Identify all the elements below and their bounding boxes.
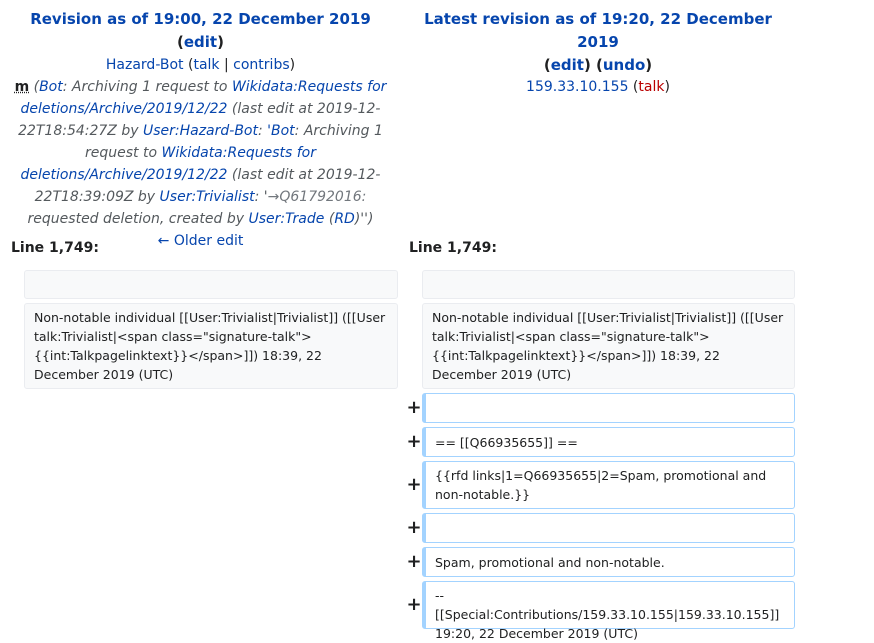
diff-added-line [422,393,795,423]
new-revision-ip-talk-link[interactable]: talk [638,79,664,95]
new-revision-ip-link[interactable]: 159.33.10.155 [526,79,628,95]
undo-link[interactable]: undo [603,56,645,74]
diff-added-line: {{rfd links|1=Q66935655|2=Spam, promotio… [422,461,795,509]
diff-line-number-right: Line 1,749: [409,240,497,256]
diff-context-empty-right [422,270,795,299]
diff-context-empty-left [24,270,398,299]
diff-context-right: Non-notable individual [[User:Trivialist… [422,303,795,389]
diff-added-line: == [[Q66935655]] == [422,427,795,457]
old-revision-user-contribs-link[interactable]: contribs [233,57,289,73]
old-revision-edit-summary: m (Bot: Archiving 1 request to Wikidata:… [14,79,387,227]
diff-added-marker: + [406,397,422,418]
diff-added-marker: + [406,551,422,572]
new-revision-header: Latest revision as of 19:20, 22 December… [424,10,772,95]
diff-line-number-left: Line 1,749: [11,240,99,256]
diff-added-line: Spam, promotional and non-notable. [422,547,795,577]
old-revision-title-link[interactable]: Revision as of 19:00, 22 December 2019 [30,10,371,28]
diff-added-marker: + [406,517,422,538]
summary-user-trivialist-link[interactable]: User:Trivialist [160,189,255,205]
summary-bot-link[interactable]: Bot [39,79,63,95]
summary-rd-link[interactable]: RD [334,211,355,227]
diff-added-marker: + [406,474,422,495]
older-edit-link[interactable]: ← Older edit [158,233,244,249]
diff-added-marker: + [406,431,422,452]
summary-bot-link-2[interactable]: 'Bot [267,123,295,139]
summary-user-trade-link[interactable]: User:Trade [248,211,324,227]
old-revision-edit-link[interactable]: edit [184,33,217,51]
old-revision-header: Revision as of 19:00, 22 December 2019 (… [10,8,391,252]
old-revision-user-talk-link[interactable]: talk [193,57,219,73]
new-revision-title-link[interactable]: Latest revision as of 19:20, 22 December… [424,10,772,51]
diff-added-line: --[[Special:Contributions/159.33.10.155|… [422,581,795,641]
new-revision-edit-link[interactable]: edit [551,56,584,74]
minor-edit-flag: m [14,79,30,95]
diff-added-marker: + [406,594,422,615]
old-revision-user-link[interactable]: Hazard-Bot [106,57,184,73]
summary-section-link[interactable]: →Q61792016: [268,189,367,205]
summary-user-hazard-bot-link[interactable]: User:Hazard-Bot [143,123,258,139]
diff-added-line [422,513,795,543]
diff-context-left: Non-notable individual [[User:Trivialist… [24,303,398,389]
